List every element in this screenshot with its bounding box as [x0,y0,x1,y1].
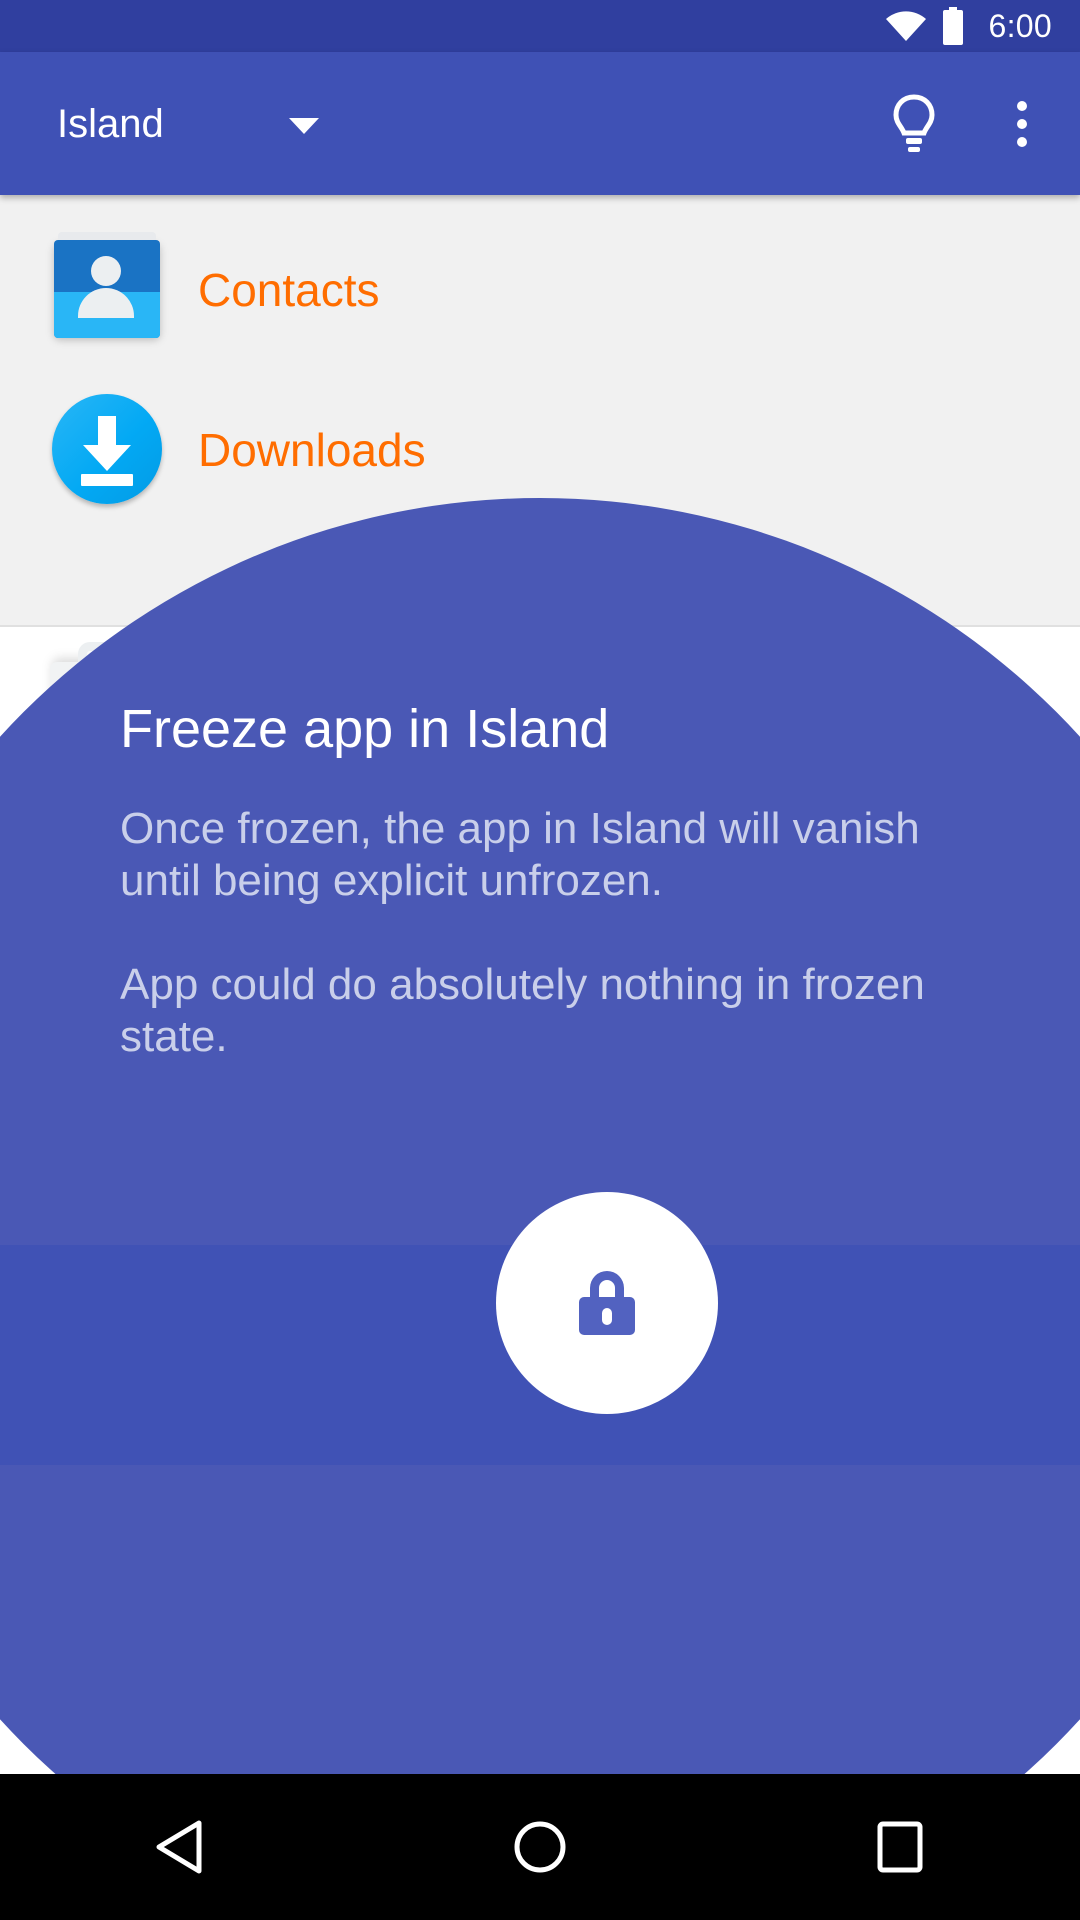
status-bar-icons: 6:00 [885,7,1052,45]
downloads-icon [48,390,168,510]
status-bar-clock: 6:00 [988,8,1052,44]
lightbulb-icon [893,93,935,152]
tutorial-overlay-content: Freeze app in Island Once frozen, the ap… [0,699,1080,1063]
battery-full-icon [942,7,963,45]
tutorial-title: Freeze app in Island [120,699,610,759]
spinner-label: Island [57,101,164,146]
tutorial-description: Once frozen, the app in Island will vani… [120,804,925,1062]
freeze-app-fab[interactable] [496,1192,718,1414]
recents-square-icon [877,1821,923,1873]
nav-back-button[interactable] [105,1774,255,1920]
chevron-down-icon [288,117,319,134]
overflow-menu-button[interactable] [986,88,1058,160]
home-circle-icon [514,1821,566,1873]
island-profile-spinner[interactable]: Island [57,52,319,195]
app-bar-actions [878,52,1058,195]
app-bar: Island [0,52,1080,195]
phone-screen: 6:00 Island Contacts Downloads Freeze ap… [0,0,1080,1920]
nav-recents-button[interactable] [825,1774,975,1920]
nav-home-button[interactable] [465,1774,615,1920]
wifi-icon [885,11,926,41]
overflow-menu-icon [1017,100,1027,147]
list-item-label: Contacts [198,264,380,316]
back-triangle-icon [156,1820,202,1874]
contacts-icon [48,230,168,350]
status-bar: 6:00 [0,0,1080,52]
navigation-bar [0,1774,1080,1920]
list-item-label: Downloads [198,424,426,476]
tip-button[interactable] [878,88,950,160]
lock-icon [577,1271,637,1335]
